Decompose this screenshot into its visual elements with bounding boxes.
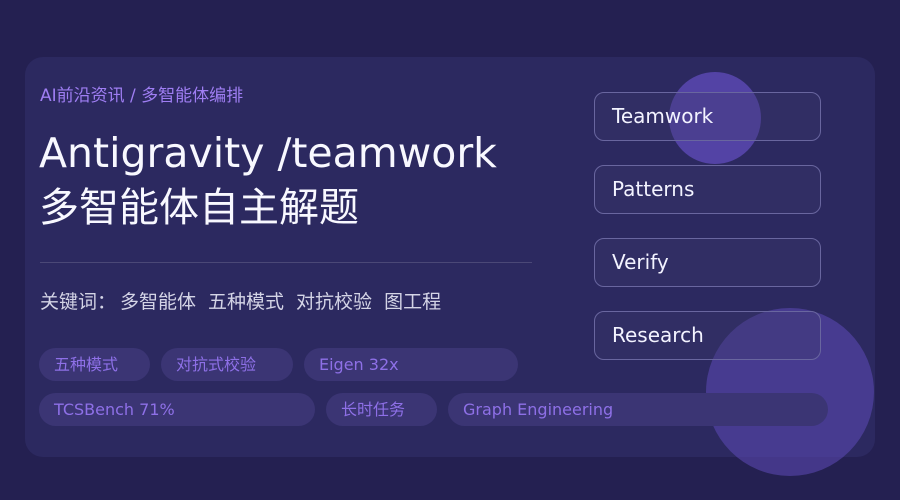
- page-title: Antigravity /teamwork: [39, 129, 497, 177]
- patterns-button[interactable]: Patterns: [594, 165, 821, 214]
- tag-graph-engineering[interactable]: Graph Engineering: [448, 393, 828, 426]
- teamwork-button[interactable]: Teamwork: [594, 92, 821, 141]
- breadcrumb: AI前沿资讯 / 多智能体编排: [40, 86, 244, 106]
- tag-eigen[interactable]: Eigen 32x: [304, 348, 518, 381]
- research-button[interactable]: Research: [594, 311, 821, 360]
- page-subtitle: 多智能体自主解题: [39, 185, 359, 231]
- keywords-line: 关键词： 多智能体 五种模式 对抗校验 图工程: [40, 287, 453, 314]
- tag-adversarial-verification[interactable]: 对抗式校验: [161, 348, 293, 381]
- keyword-item: 图工程: [384, 291, 442, 313]
- keywords-label: 关键词：: [40, 291, 117, 313]
- verify-button[interactable]: Verify: [594, 238, 821, 287]
- divider: [40, 262, 532, 263]
- tag-tcsbench[interactable]: TCSBench 71%: [39, 393, 315, 426]
- tag-five-modes[interactable]: 五种模式: [39, 348, 150, 381]
- keyword-item: 多智能体: [120, 291, 197, 313]
- tag-long-running-tasks[interactable]: 长时任务: [326, 393, 437, 426]
- keyword-item: 对抗校验: [296, 291, 373, 313]
- keyword-item: 五种模式: [208, 291, 285, 313]
